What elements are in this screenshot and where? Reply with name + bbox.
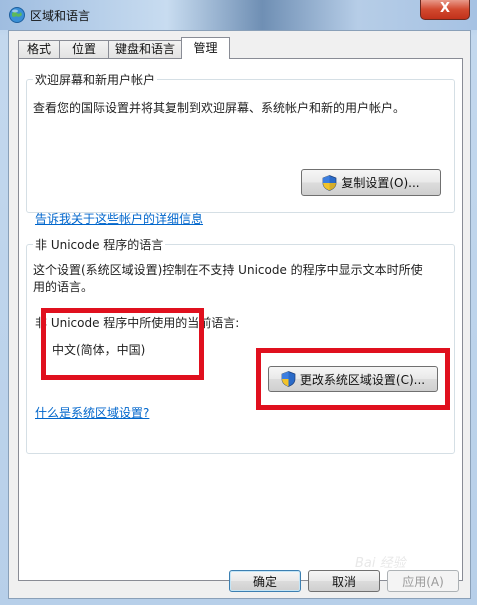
ok-label: 确定 xyxy=(252,574,277,589)
non-unicode-description-line1: 这个设置(系统区域设置)控制在不支持 Unicode 的程序中显示文本时所使 xyxy=(33,263,423,277)
highlight-box-change-button xyxy=(256,348,450,410)
close-button[interactable]: X xyxy=(420,0,470,20)
dialog-client: 格式 位置 键盘和语言 管理 欢迎屏幕和新用户帐户 查看您的国际设置并将其复制到… xyxy=(8,30,471,599)
title-bar[interactable]: 区域和语言 X xyxy=(0,0,477,30)
apply-label: 应用(A) xyxy=(402,574,444,589)
tab-panel-administrative: 欢迎屏幕和新用户帐户 查看您的国际设置并将其复制到欢迎屏幕、系统帐户和新的用户帐… xyxy=(18,58,463,581)
watermark: Bai 经验 xyxy=(355,556,406,571)
window-frame: 区域和语言 X 格式 位置 键盘和语言 管理 欢迎屏幕和新用户帐户 查看您的国际… xyxy=(0,0,477,605)
ok-button[interactable]: 确定 xyxy=(229,570,301,592)
window-title: 区域和语言 xyxy=(30,9,91,23)
what-is-system-locale-link[interactable]: 什么是系统区域设置? xyxy=(35,404,149,421)
tab-administrative[interactable]: 管理 xyxy=(181,37,230,59)
account-details-link[interactable]: 告诉我关于这些帐户的详细信息 xyxy=(35,210,203,227)
cancel-label: 取消 xyxy=(331,574,356,589)
cancel-button[interactable]: 取消 xyxy=(308,570,380,592)
welcome-description: 查看您的国际设置并将其复制到欢迎屏幕、系统帐户和新的用户帐户。 xyxy=(33,101,406,115)
tab-format[interactable]: 格式 xyxy=(18,40,60,58)
tab-keyboards[interactable]: 键盘和语言 xyxy=(108,40,182,58)
copy-settings-label: 复制设置(O)... xyxy=(341,176,420,190)
copy-settings-button[interactable]: 复制设置(O)... xyxy=(301,169,441,196)
highlight-box-current-language xyxy=(41,308,204,380)
non-unicode-description-line2: 用的语言。 xyxy=(33,280,94,294)
uac-shield-icon xyxy=(323,174,337,191)
non-unicode-group-legend: 非 Unicode 程序的语言 xyxy=(35,238,164,252)
apply-button[interactable]: 应用(A) xyxy=(387,570,459,592)
close-icon: X xyxy=(439,1,451,16)
welcome-group-legend: 欢迎屏幕和新用户帐户 xyxy=(35,73,156,87)
tab-location[interactable]: 位置 xyxy=(59,40,109,58)
globe-icon xyxy=(9,7,25,23)
